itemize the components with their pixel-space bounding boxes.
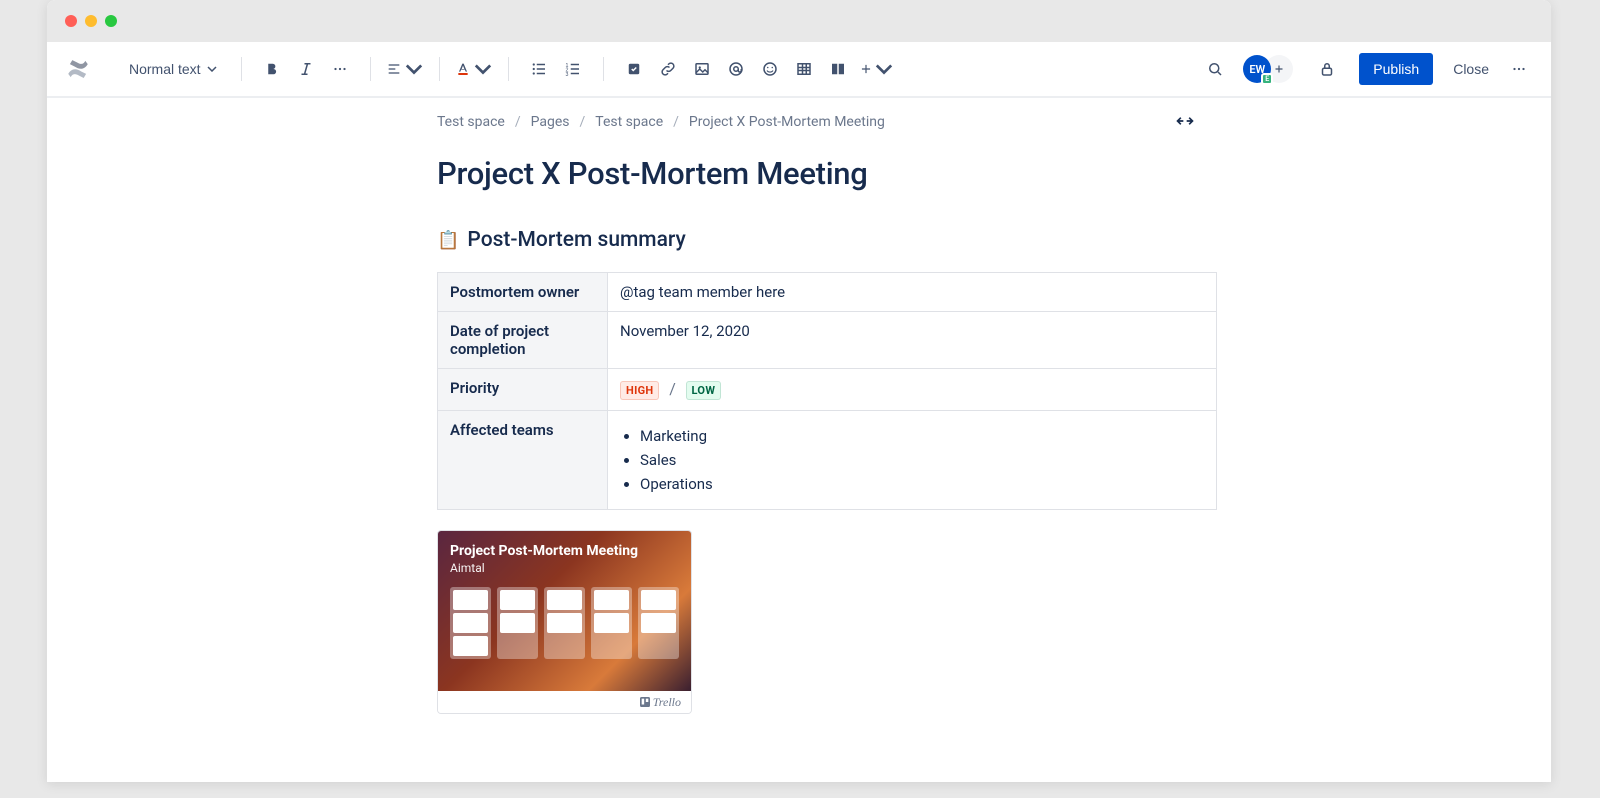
- editor-content[interactable]: Test space / Pages / Test space / Projec…: [437, 98, 1217, 728]
- table-row: Postmortem owner @tag team member here: [438, 273, 1217, 312]
- mention-button[interactable]: [720, 53, 752, 85]
- clipboard-icon: 📋: [437, 230, 459, 251]
- close-button[interactable]: Close: [1443, 53, 1499, 85]
- insert-dropdown[interactable]: [856, 53, 896, 85]
- page-title[interactable]: Project X Post-Mortem Meeting: [437, 155, 1217, 192]
- table-button[interactable]: [788, 53, 820, 85]
- table-header-cell[interactable]: Affected teams: [438, 411, 608, 510]
- table-header-cell[interactable]: Postmortem owner: [438, 273, 608, 312]
- image-button[interactable]: [686, 53, 718, 85]
- bold-button[interactable]: [256, 53, 288, 85]
- trello-card-title: Project Post-Mortem Meeting: [450, 543, 679, 559]
- traffic-lights: [65, 15, 117, 27]
- window-maximize-button[interactable]: [105, 15, 117, 27]
- table-row: Priority HIGH / LOW: [438, 369, 1217, 411]
- trello-card-subtitle: Aimtal: [450, 561, 679, 575]
- restrictions-button[interactable]: [1311, 53, 1343, 85]
- search-button[interactable]: [1199, 53, 1231, 85]
- summary-table[interactable]: Postmortem owner @tag team member here D…: [437, 272, 1217, 510]
- toolbar-divider: [241, 57, 242, 81]
- breadcrumb-item[interactable]: Test space: [595, 114, 663, 130]
- table-cell[interactable]: HIGH / LOW: [608, 369, 1217, 411]
- table-cell[interactable]: @tag team member here: [608, 273, 1217, 312]
- breadcrumb: Test space / Pages / Test space / Projec…: [437, 112, 1217, 131]
- trello-card-footer: Trello: [438, 691, 691, 713]
- text-style-label: Normal text: [129, 61, 201, 77]
- text-style-dropdown[interactable]: Normal text: [119, 55, 227, 83]
- titlebar: [47, 0, 1551, 42]
- publish-button[interactable]: Publish: [1359, 53, 1433, 85]
- breadcrumb-separator: /: [580, 114, 586, 130]
- app-window: Normal text 123: [47, 0, 1551, 782]
- user-avatar[interactable]: EW E: [1243, 55, 1271, 83]
- italic-button[interactable]: [290, 53, 322, 85]
- emoji-button[interactable]: [754, 53, 786, 85]
- window-minimize-button[interactable]: [85, 15, 97, 27]
- chevron-down-icon: [207, 66, 217, 72]
- trello-embed-card[interactable]: Project Post-Mortem Meeting Aimtal Trell…: [437, 530, 692, 714]
- text-color-dropdown[interactable]: [454, 53, 494, 85]
- priority-badge-high[interactable]: HIGH: [620, 381, 659, 400]
- trello-column: [497, 587, 538, 659]
- affected-teams-list: Marketing Sales Operations: [640, 427, 1204, 493]
- toolbar-divider: [439, 57, 440, 81]
- toolbar-divider: [508, 57, 509, 81]
- more-formatting-button[interactable]: [324, 53, 356, 85]
- window-close-button[interactable]: [65, 15, 77, 27]
- table-header-cell[interactable]: Date of project completion: [438, 312, 608, 369]
- alignment-dropdown[interactable]: [385, 53, 425, 85]
- avatar-editing-badge: E: [1261, 73, 1273, 85]
- chevron-down-icon: [405, 60, 423, 78]
- trello-column: [544, 587, 585, 659]
- chevron-down-icon: [875, 60, 893, 78]
- trello-column: [591, 587, 632, 659]
- toolbar-divider: [370, 57, 371, 81]
- section-heading-text: Post-Mortem summary: [467, 228, 685, 252]
- breadcrumb-item[interactable]: Test space: [437, 114, 505, 130]
- editor-toolbar: Normal text 123: [47, 42, 1551, 98]
- list-item[interactable]: Operations: [640, 475, 1204, 493]
- table-cell[interactable]: Marketing Sales Operations: [608, 411, 1217, 510]
- table-cell[interactable]: November 12, 2020: [608, 312, 1217, 369]
- badge-separator: /: [669, 379, 676, 398]
- page-width-toggle[interactable]: [1175, 112, 1195, 131]
- trello-column: [450, 587, 491, 659]
- trello-board-columns: [450, 587, 679, 659]
- section-heading[interactable]: 📋 Post-Mortem summary: [437, 228, 1217, 252]
- table-row: Affected teams Marketing Sales Operation…: [438, 411, 1217, 510]
- more-actions-button[interactable]: [1503, 53, 1535, 85]
- confluence-logo-icon: [65, 56, 91, 82]
- action-item-button[interactable]: [618, 53, 650, 85]
- layouts-button[interactable]: [822, 53, 854, 85]
- breadcrumb-separator: /: [515, 114, 521, 130]
- bullet-list-button[interactable]: [523, 53, 555, 85]
- list-item[interactable]: Marketing: [640, 427, 1204, 445]
- svg-text:3: 3: [565, 72, 568, 78]
- trello-card-preview: Project Post-Mortem Meeting Aimtal: [438, 531, 691, 691]
- table-row: Date of project completion November 12, …: [438, 312, 1217, 369]
- trello-logo: Trello: [640, 695, 681, 710]
- breadcrumb-separator: /: [673, 114, 679, 130]
- toolbar-divider: [603, 57, 604, 81]
- priority-badge-low[interactable]: LOW: [686, 381, 722, 400]
- list-item[interactable]: Sales: [640, 451, 1204, 469]
- trello-column: [638, 587, 679, 659]
- numbered-list-button[interactable]: 123: [557, 53, 589, 85]
- table-header-cell[interactable]: Priority: [438, 369, 608, 411]
- breadcrumb-item[interactable]: Pages: [531, 114, 570, 130]
- breadcrumb-item[interactable]: Project X Post-Mortem Meeting: [689, 114, 885, 130]
- link-button[interactable]: [652, 53, 684, 85]
- chevron-down-icon: [474, 60, 492, 78]
